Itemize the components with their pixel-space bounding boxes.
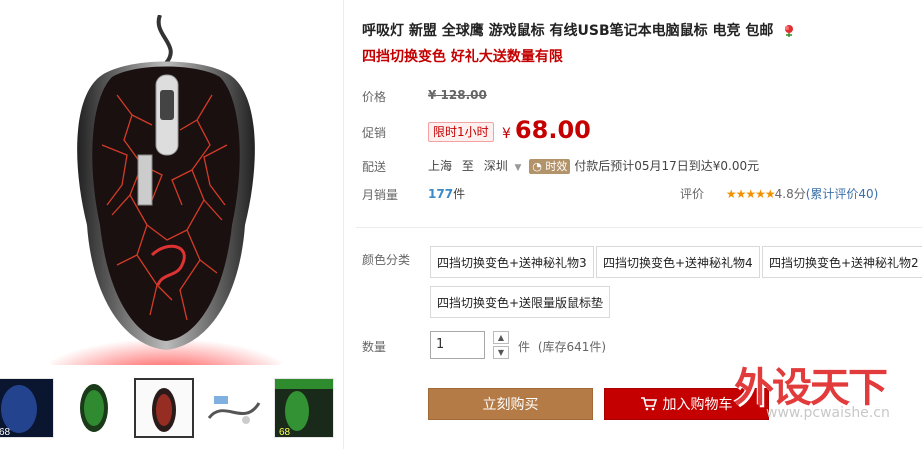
site-watermark: 外设天下 www.pcwaishe.cn [722, 355, 922, 449]
monthly-sales-label: 月销量 [362, 188, 399, 202]
timeliness-badge: ◔ 时效 [529, 159, 571, 174]
color-category-label: 颜色分类 [362, 253, 411, 267]
svg-text:68: 68 [0, 427, 11, 438]
price-label: 价格 [362, 90, 387, 104]
buy-now-button[interactable]: 立刻购买 [428, 388, 593, 420]
rating-label: 评价 [680, 187, 705, 201]
thumbnail-4[interactable] [204, 378, 264, 438]
quantity-unit: 件 [518, 340, 531, 354]
monthly-sales-unit: 件 [453, 187, 466, 201]
gallery-divider [343, 0, 344, 449]
monthly-sales: 177件 [428, 185, 465, 202]
monthly-sales-count: 177 [428, 187, 454, 201]
original-price: ¥ 128.00 [428, 88, 487, 102]
color-option-3[interactable]: 四挡切换变色+送神秘礼物2 [762, 246, 922, 278]
section-divider [356, 227, 922, 228]
product-subtitle: 四挡切换变色 好礼大送数量有限 [362, 49, 563, 65]
current-price: ¥68.00 [502, 116, 591, 144]
limited-time-tag: 限时1小时 [428, 122, 494, 142]
stock-info: 件 (库存641件) [518, 338, 606, 355]
ship-from: 上海 [428, 159, 453, 173]
watermark-url: www.pcwaishe.cn [766, 405, 890, 421]
stock-count: (库存641件) [537, 340, 607, 354]
review-count-link[interactable]: (累计评价40) [806, 187, 879, 201]
product-gallery: 68 68 [0, 0, 343, 449]
chevron-down-icon: ▼ [497, 348, 505, 357]
quantity-label: 数量 [362, 340, 387, 354]
thumbnail-3-selected[interactable] [134, 378, 194, 438]
svg-text:68: 68 [279, 427, 291, 438]
rating-info: 评价 ★★★★★4.8分(累计评价40) [680, 185, 878, 202]
quantity-increase-button[interactable]: ▲ [493, 331, 509, 344]
original-price-currency: ¥ [428, 88, 437, 102]
delivery-info: 上海 至 深圳 ▼ ◔ 时效 付款后预计05月17日到达¥0.00元 [428, 157, 759, 174]
quantity-input[interactable]: 1 [430, 331, 485, 359]
ship-to-word: 至 [461, 159, 474, 173]
cart-icon [640, 391, 657, 423]
color-option-4[interactable]: 四挡切换变色+送限量版鼠标垫 [430, 286, 611, 318]
delivery-estimate: 付款后预计05月17日到达¥0.00元 [574, 159, 760, 173]
quantity-decrease-button[interactable]: ▼ [493, 346, 509, 359]
rating-stars-icon: ★★★★★ [725, 187, 776, 201]
rating-score: 4.8分 [774, 187, 806, 201]
thumbnail-2[interactable] [64, 378, 124, 438]
product-main-image[interactable] [32, 15, 300, 365]
clock-icon: ◔ [532, 160, 542, 173]
chevron-up-icon: ▲ [497, 333, 505, 342]
original-price-value: 128.00 [440, 88, 487, 102]
color-option-1[interactable]: 四挡切换变色+送神秘礼物3 [430, 246, 594, 278]
delivery-label: 配送 [362, 160, 387, 174]
thumbnail-5[interactable]: 68 [274, 378, 334, 438]
color-option-2[interactable]: 四挡切换变色+送神秘礼物4 [596, 246, 760, 278]
ship-to-select[interactable]: 深圳 ▼ [484, 159, 530, 173]
promo-label: 促销 [362, 126, 387, 140]
chevron-down-icon: ▼ [514, 163, 522, 173]
thumbnail-strip: 68 68 [0, 372, 343, 442]
ship-to-value: 深圳 [483, 159, 508, 173]
current-price-currency: ¥ [502, 126, 511, 142]
current-price-value: 68.00 [514, 116, 591, 144]
thumbnail-1[interactable]: 68 [0, 378, 54, 438]
hot-flower-icon [782, 23, 796, 37]
product-title: 呼吸灯 新盟 全球鹰 游戏鼠标 有线USB笔记本电脑鼠标 电竞 包邮 [362, 20, 796, 40]
